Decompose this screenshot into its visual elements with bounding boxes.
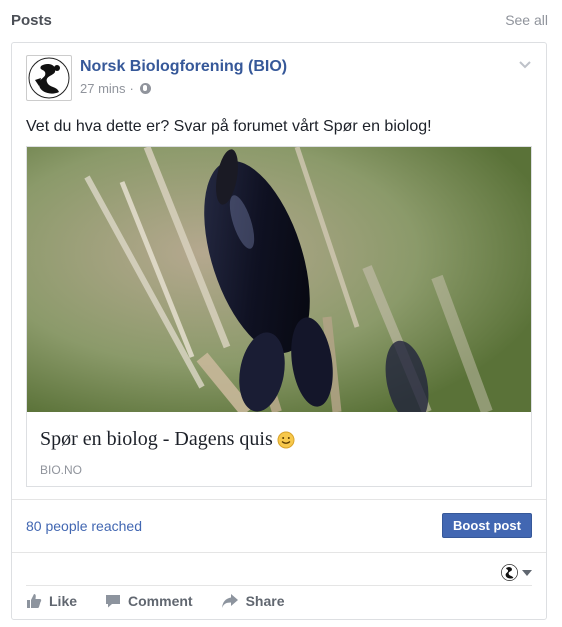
comment-button[interactable]: Comment [105,593,193,609]
page-logo-icon [501,564,518,581]
post-actions: Like Comment Share [26,593,285,609]
divider [12,552,546,553]
comment-label: Comment [128,593,193,609]
link-title-text: Spør en biolog - Dagens quis [40,428,273,450]
chevron-down-icon[interactable] [518,57,532,71]
link-title[interactable]: Spør en biolog - Dagens quis [40,428,295,451]
like-button[interactable]: Like [26,593,77,609]
see-all-link[interactable]: See all [505,12,548,28]
like-label: Like [49,593,78,609]
comment-icon [106,595,121,608]
share-icon [221,594,238,608]
posts-header: Posts See all [11,10,548,30]
post-text: Vet du hva dette er? Svar på forumet vår… [26,118,432,135]
post-timestamp[interactable]: 27 mins [80,81,126,96]
boost-post-button[interactable]: Boost post [442,513,532,538]
actor-selector[interactable] [501,564,532,581]
divider [26,585,532,586]
post-card: Norsk Biologforening (BIO) 27 mins · Vet… [11,42,547,620]
seed-photo [27,147,531,412]
page-logo-icon [28,57,70,99]
post-meta: 27 mins · [80,81,151,96]
page-name-link[interactable]: Norsk Biologforening (BIO) [80,58,287,76]
section-title: Posts [11,11,52,29]
globe-icon[interactable] [139,83,151,94]
caret-down-icon [522,569,532,576]
people-reached-link[interactable]: 80 people reached [26,518,142,534]
link-domain: BIO.NO [40,463,83,477]
link-image[interactable] [27,147,531,412]
posts-panel: Posts See all Norsk Biologforening (BIO)… [0,0,562,627]
divider [12,499,546,500]
link-preview[interactable]: Spør en biolog - Dagens quis BIO.NO [26,146,532,487]
like-icon [27,594,42,608]
share-button[interactable]: Share [221,593,285,609]
meta-separator: · [129,81,134,96]
share-label: Share [245,593,285,609]
smiley-icon [277,431,295,448]
page-avatar[interactable] [26,55,72,101]
